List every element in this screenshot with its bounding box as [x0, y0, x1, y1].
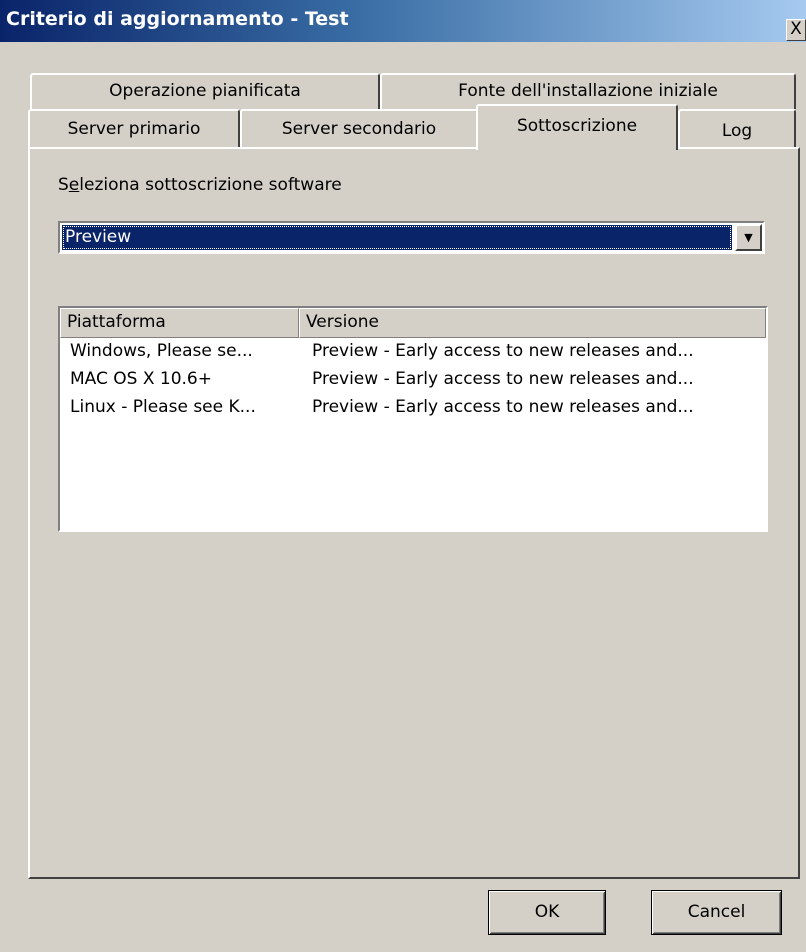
list-header: Piattaforma Versione [60, 308, 766, 338]
version-cell: Preview - Early access to new releases a… [312, 397, 694, 417]
tab-label: Sottoscrizione [516, 116, 638, 136]
tab-server-primario[interactable]: Server primario [28, 109, 240, 149]
list-item[interactable]: Linux - Please see K... Preview - Early … [60, 397, 766, 425]
version-cell: Preview - Early access to new releases a… [312, 369, 694, 389]
chevron-down-icon: ▼ [744, 231, 753, 244]
tab-label: Server secondario [281, 119, 437, 139]
subscription-dropdown[interactable]: Preview ▼ [58, 221, 765, 254]
platform-cell: Windows, Please se... [70, 341, 253, 361]
list-item[interactable]: MAC OS X 10.6+ Preview - Early access to… [60, 369, 766, 397]
tab-label: Fonte dell'installazione iniziale [458, 81, 718, 101]
title-bar[interactable]: Criterio di aggiornamento - Test [0, 0, 806, 42]
close-button[interactable]: X [786, 19, 806, 41]
dropdown-arrow-button[interactable]: ▼ [735, 224, 762, 251]
tab-log[interactable]: Log [678, 109, 796, 149]
list-item[interactable]: Windows, Please se... Preview - Early ac… [60, 341, 766, 369]
tab-operazione-pianificata[interactable]: Operazione pianificata [30, 73, 380, 109]
window-title: Criterio di aggiornamento - Test [6, 8, 349, 30]
column-header-versione[interactable]: Versione [299, 308, 766, 338]
ok-button[interactable]: OK [488, 890, 606, 935]
cancel-button[interactable]: Cancel [651, 890, 782, 935]
platform-list[interactable]: Piattaforma Versione Windows, Please se.… [58, 306, 768, 532]
platform-cell: Linux - Please see K... [70, 397, 256, 417]
tab-server-secondario[interactable]: Server secondario [240, 109, 478, 149]
subscription-label: Seleziona sottoscrizione software [58, 175, 342, 195]
platform-cell: MAC OS X 10.6+ [70, 369, 212, 389]
tab-label: Operazione pianificata [109, 81, 301, 101]
tab-label: Server primario [67, 119, 201, 139]
close-icon: X [790, 19, 802, 39]
tab-label: Log [721, 121, 753, 141]
tab-sottoscrizione[interactable]: Sottoscrizione [476, 104, 678, 150]
dropdown-selected-value: Preview [62, 225, 732, 250]
column-header-piattaforma[interactable]: Piattaforma [60, 308, 299, 338]
version-cell: Preview - Early access to new releases a… [312, 341, 694, 361]
